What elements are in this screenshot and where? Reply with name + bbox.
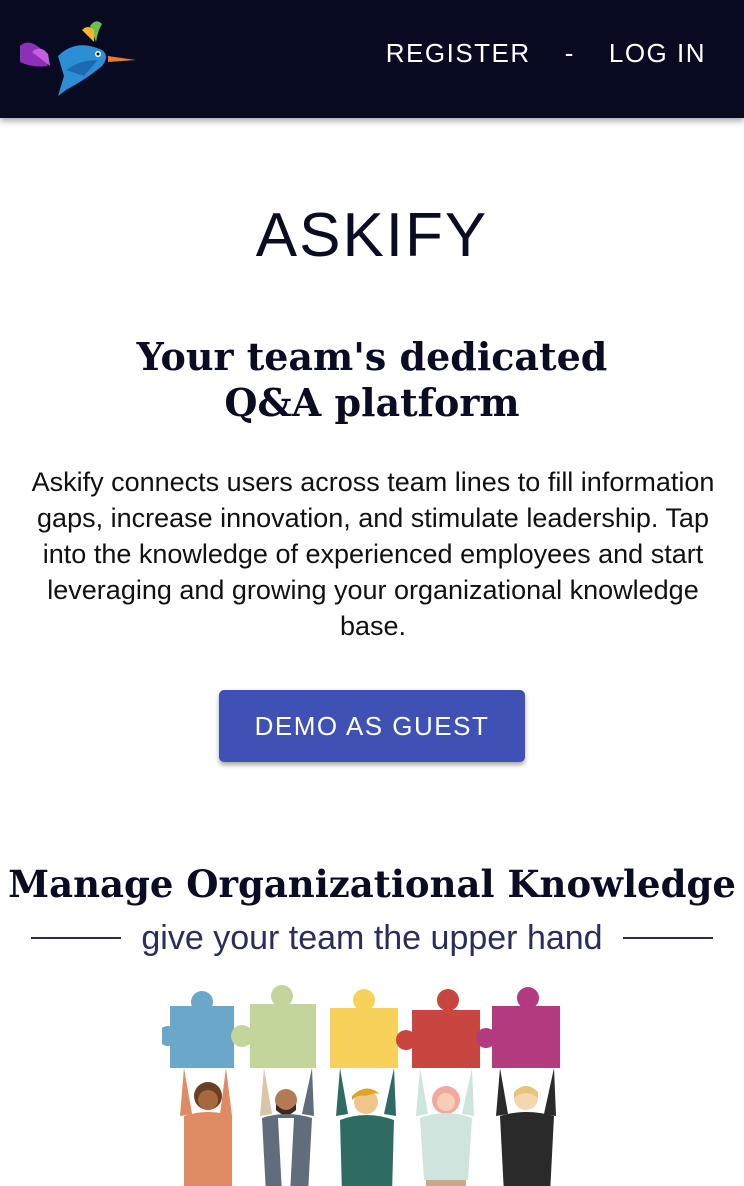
person-1-icon xyxy=(180,1068,232,1186)
person-2-icon xyxy=(260,1068,314,1186)
puzzle-piece-yellow-icon xyxy=(330,989,398,1068)
puzzle-piece-green-icon xyxy=(231,985,316,1068)
register-link[interactable]: REGISTER xyxy=(386,38,531,69)
login-link[interactable]: LOG IN xyxy=(609,38,706,69)
hero-description: Askify connects users across team lines … xyxy=(31,467,715,641)
top-navbar: REGISTER - LOG IN xyxy=(0,0,744,118)
subtitle-row: give your team the upper hand xyxy=(0,916,744,960)
main-content: ASKIFY Your team's dedicated Q&A platfor… xyxy=(0,118,744,1186)
brand-title: ASKIFY xyxy=(255,201,489,270)
auth-nav: REGISTER - LOG IN xyxy=(386,38,706,69)
section-subtitle: give your team the upper hand xyxy=(141,919,603,957)
puzzle-piece-magenta-icon xyxy=(476,987,560,1068)
person-5-icon xyxy=(496,1068,556,1186)
subtitle-divider-right xyxy=(622,937,713,939)
puzzle-piece-red-icon xyxy=(396,989,480,1068)
section-title: Manage Organizational Knowledge xyxy=(8,862,736,906)
person-4-icon xyxy=(416,1068,474,1186)
team-puzzle-illustration xyxy=(162,985,560,1186)
features-section: Manage Organizational Knowledge give you… xyxy=(0,860,744,1186)
person-3-icon xyxy=(336,1068,396,1186)
subtitle-divider-left xyxy=(31,937,122,939)
tagline: Your team's dedicated Q&A platform xyxy=(136,334,608,425)
nav-separator: - xyxy=(564,38,575,68)
hummingbird-logo-icon[interactable] xyxy=(18,16,138,96)
hero-section: ASKIFY Your team's dedicated Q&A platfor… xyxy=(0,118,744,762)
puzzle-piece-blue-icon xyxy=(162,991,234,1068)
demo-as-guest-button[interactable]: DEMO AS GUEST xyxy=(219,690,525,762)
